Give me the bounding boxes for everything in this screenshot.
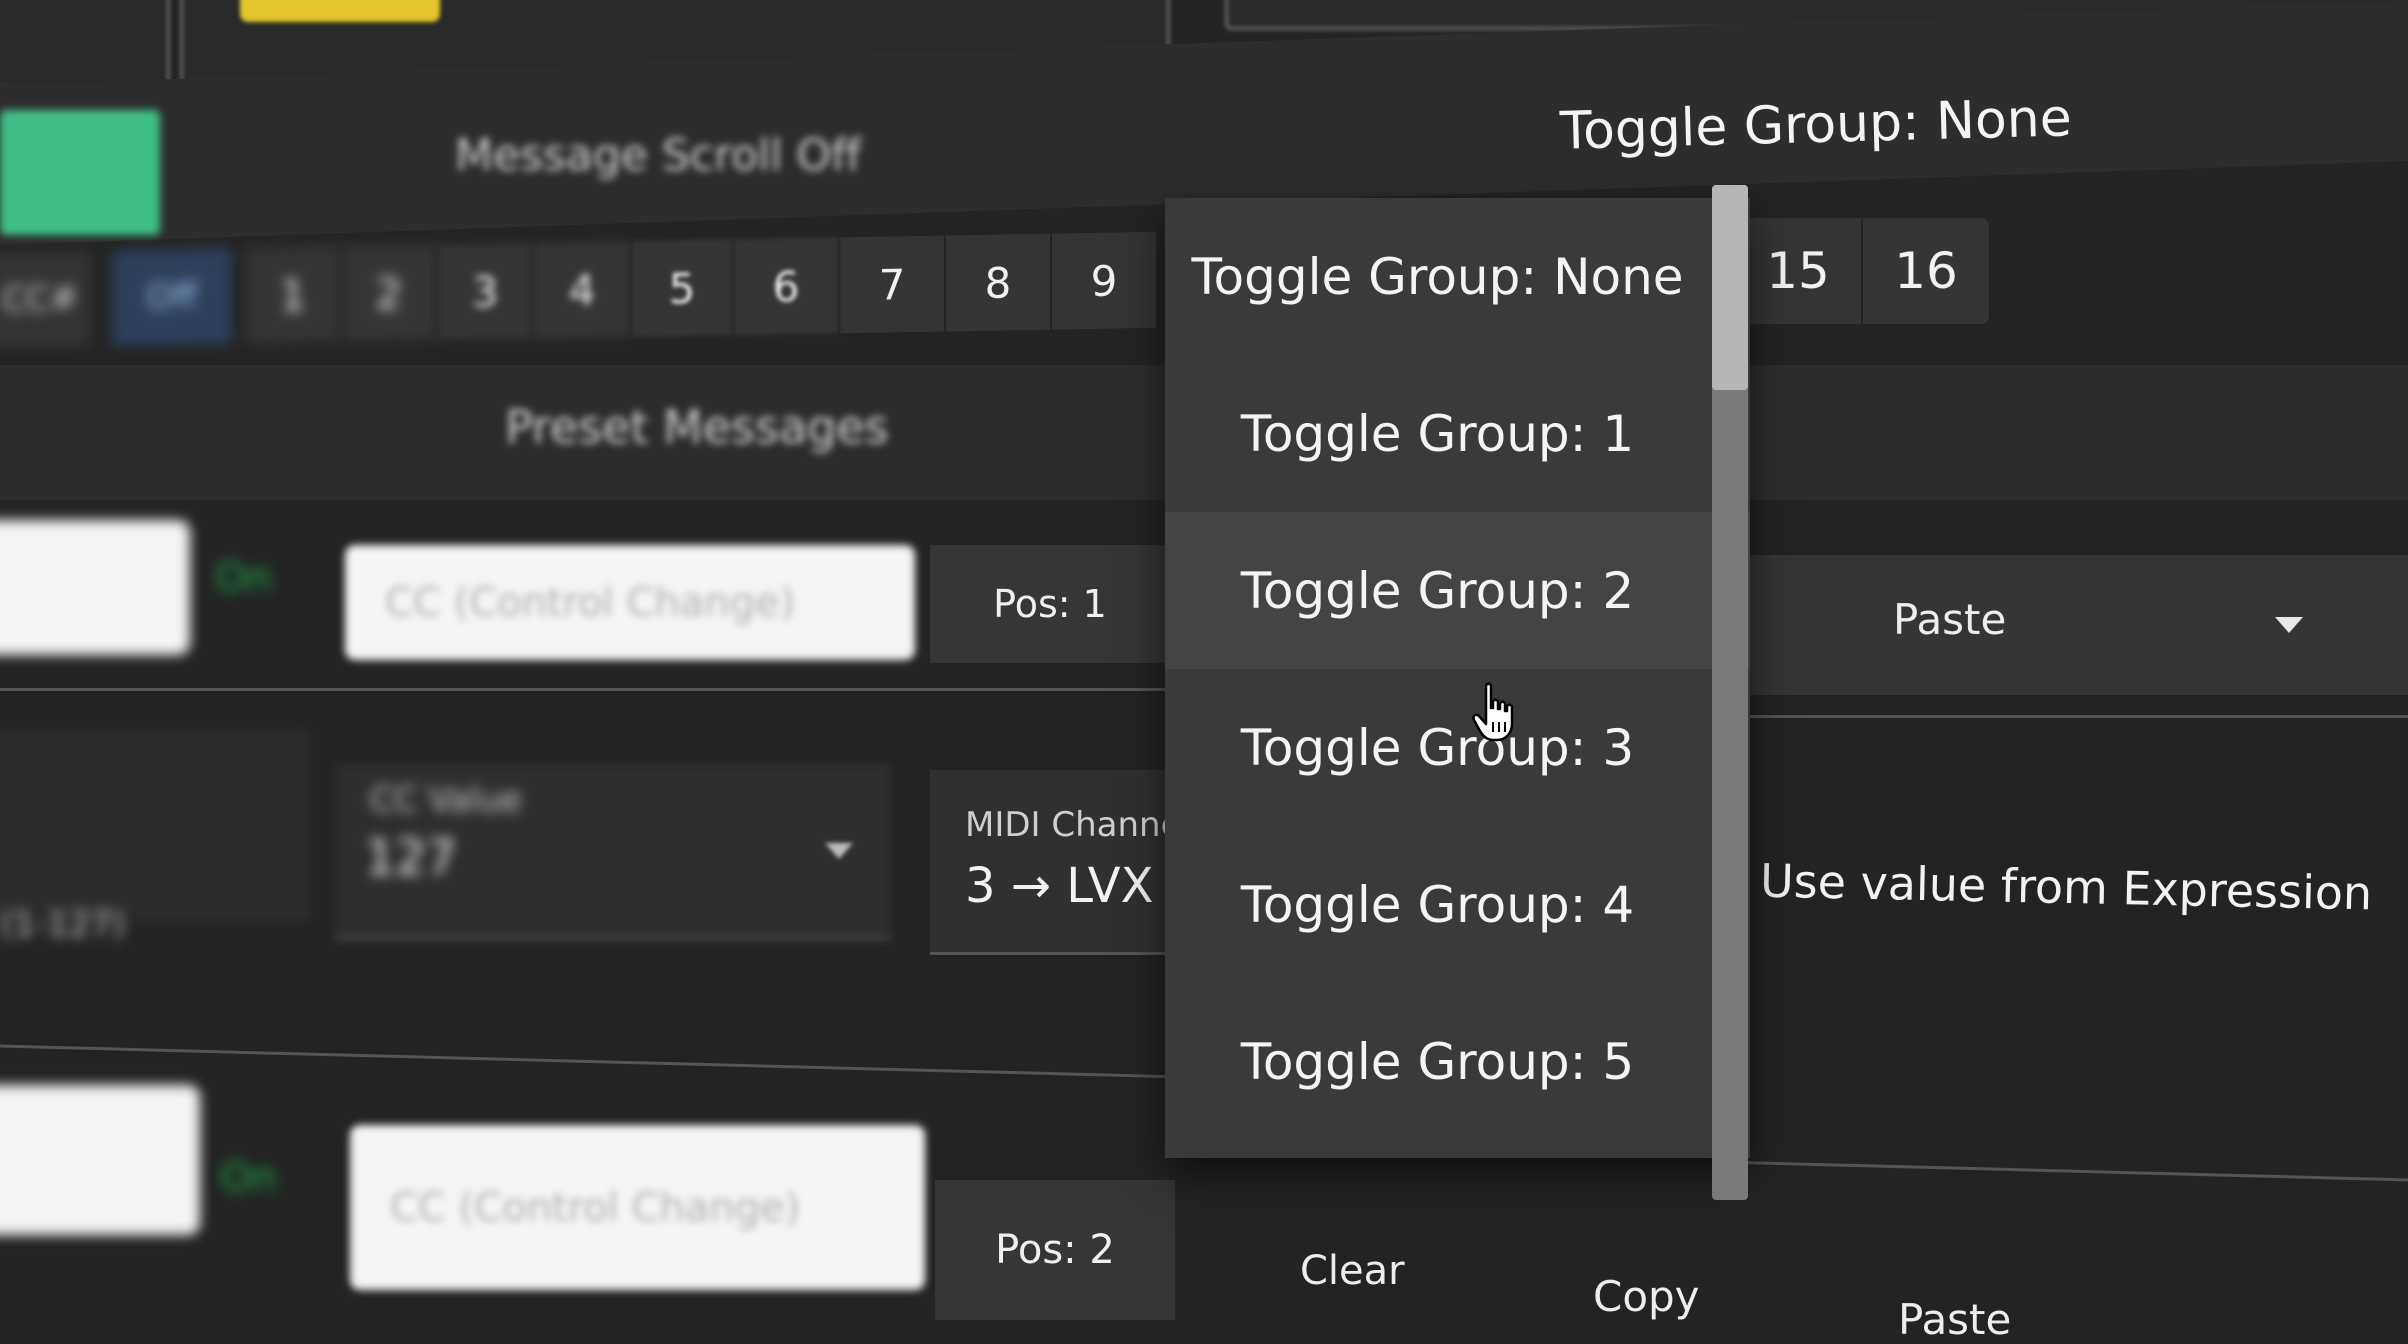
- row2-copy-button[interactable]: Copy: [1593, 1272, 1700, 1321]
- channel-button-1[interactable]: 1: [246, 246, 342, 344]
- toggle-group-dropdown: Toggle Group: None Toggle Group: 1 Toggl…: [1165, 198, 1750, 1158]
- preset-messages-title: Preset Messages: [505, 400, 889, 454]
- row1-pos-button[interactable]: Pos: 1: [930, 545, 1170, 663]
- channel-button-row-right: 15 16: [1735, 218, 1989, 324]
- midi-channel-value: 3 → LVX: [965, 858, 1154, 914]
- row1-on-label[interactable]: On: [215, 555, 272, 601]
- cc-value: 127: [365, 830, 457, 886]
- row1-divider-right: [1745, 715, 2408, 718]
- channel-button-2[interactable]: 2: [342, 244, 438, 343]
- channel-button-7[interactable]: 7: [840, 235, 946, 334]
- row-mid-divider: [0, 1044, 1180, 1079]
- channel-button-6[interactable]: 6: [734, 237, 840, 336]
- cc-button[interactable]: CC#: [0, 250, 92, 349]
- dropdown-scrollbar-thumb[interactable]: [1712, 185, 1748, 390]
- yellow-button[interactable]: [240, 0, 440, 22]
- toggle-group-option-5[interactable]: Toggle Group: 5: [1165, 983, 1750, 1140]
- toggle-group-option-2[interactable]: Toggle Group: 2: [1165, 512, 1750, 669]
- channel-button-15[interactable]: 15: [1735, 218, 1863, 324]
- cc-value-label: CC Value: [370, 780, 522, 820]
- cc-value-caret-icon: [825, 843, 853, 859]
- channel-button-8[interactable]: 8: [946, 233, 1052, 332]
- caret-down-icon: [2275, 617, 2303, 633]
- row2-on-label[interactable]: On: [220, 1155, 277, 1201]
- left-value-range: (1-127): [0, 905, 126, 945]
- row1-divider: [0, 688, 1180, 691]
- channel-button-4[interactable]: 4: [534, 240, 632, 339]
- row2-name-input[interactable]: [0, 1085, 200, 1235]
- channel-button-3[interactable]: 3: [438, 242, 534, 341]
- row2-pos-button[interactable]: Pos: 2: [935, 1180, 1175, 1320]
- message-scroll-label[interactable]: Message Scroll Off: [455, 130, 861, 181]
- row1-type-select[interactable]: CC (Control Change): [345, 545, 915, 660]
- green-toggle[interactable]: [0, 110, 160, 235]
- toggle-group-option-4[interactable]: Toggle Group: 4: [1165, 826, 1750, 983]
- left-value-field[interactable]: [0, 730, 310, 920]
- toggle-group-option-none[interactable]: Toggle Group: None: [1165, 198, 1750, 355]
- row1-paste-label: Paste: [1893, 595, 2007, 644]
- toggle-group-option-1[interactable]: Toggle Group: 1: [1165, 355, 1750, 512]
- channel-button-5[interactable]: 5: [632, 239, 734, 337]
- row-mid-divider-right: [1745, 1161, 2408, 1182]
- row2-clear-button[interactable]: Clear: [1300, 1248, 1405, 1294]
- channel-button-9[interactable]: 9: [1052, 231, 1158, 330]
- channel-button-row: CC# Off 1 2 3 4 5 6 7 8 9: [0, 231, 1158, 349]
- hand-pointer-icon: [1472, 682, 1514, 742]
- expression-option[interactable]: Use value from Expression: [1760, 854, 2373, 921]
- top-left-frame: [0, 0, 170, 90]
- off-button[interactable]: Off: [112, 247, 234, 347]
- midi-channel-label: MIDI Channel: [965, 805, 1191, 845]
- row2-type-select[interactable]: CC (Control Change): [350, 1125, 925, 1290]
- toggle-group-option-3[interactable]: Toggle Group: 3: [1165, 669, 1750, 826]
- row2-paste-button[interactable]: Paste: [1898, 1295, 2011, 1344]
- row1-name-input[interactable]: [0, 520, 190, 655]
- row1-paste-select[interactable]: [1745, 555, 2408, 695]
- channel-button-16[interactable]: 16: [1863, 218, 1989, 324]
